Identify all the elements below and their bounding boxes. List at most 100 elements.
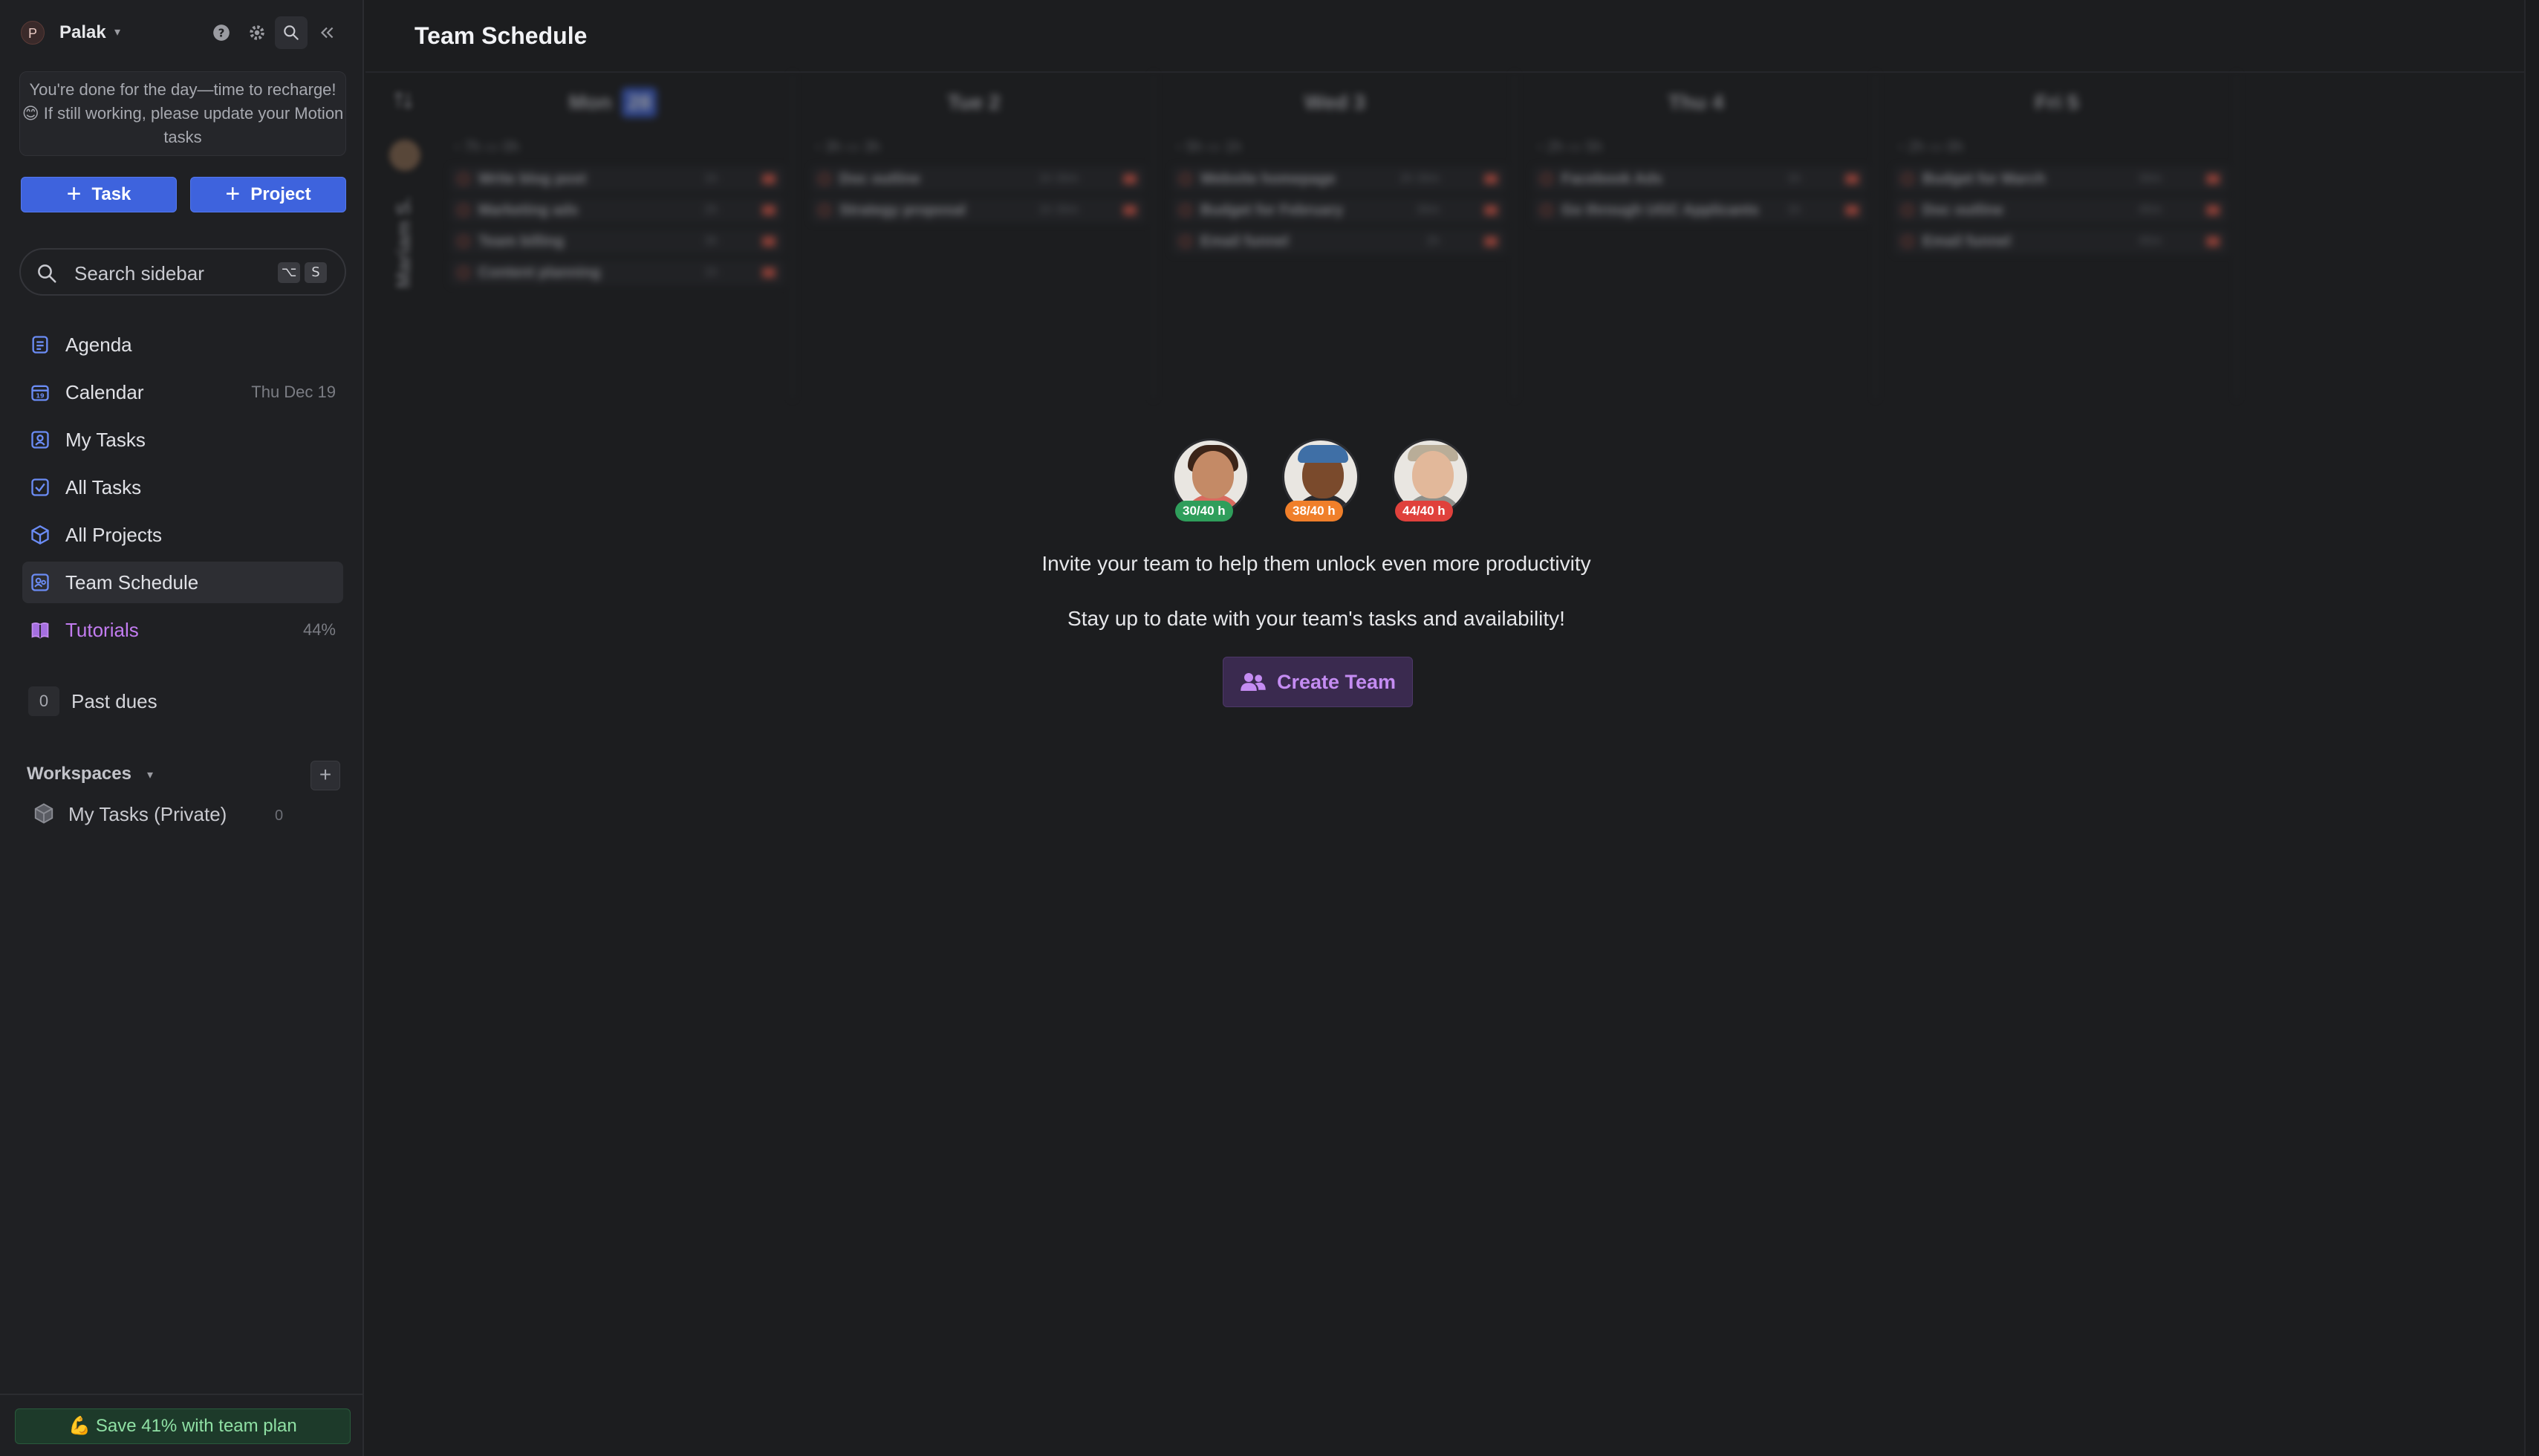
window-edge	[2524, 0, 2539, 1456]
svg-text:?: ?	[218, 26, 225, 39]
workspace-avatar[interactable]: P	[21, 21, 45, 45]
task-duration: 30m	[2138, 172, 2162, 185]
task-name: Email funnel	[1922, 233, 2011, 250]
day-column: Mon 28 ▫ 7h ▭ 0h Write blog post 1h Marketin…	[432, 73, 793, 400]
past-dues-count: 0	[28, 686, 59, 716]
task-row: Email funnel 45m	[1894, 229, 2228, 254]
day-column: Thu 4 ▫ 2h ▭ 5h Facebook Ads 1h Go through U…	[1515, 73, 1876, 400]
calendar-icon: 19	[31, 385, 49, 401]
day-capacity: ▫ 7h ▭ 0h	[455, 139, 520, 155]
status-circle-icon	[1180, 204, 1192, 216]
sidebar-item-my-tasks[interactable]: My Tasks	[22, 419, 343, 461]
search-icon	[38, 264, 56, 283]
task-row: Write blog post 1h	[450, 166, 784, 192]
task-name: Marketing ads	[478, 202, 579, 218]
task-row: Doc outline 45m	[1894, 198, 2228, 223]
priority-flag-icon	[1845, 205, 1859, 215]
collapse-sidebar-icon[interactable]	[311, 16, 343, 49]
shortcut-option-key: ⌥	[278, 262, 300, 283]
status-circle-icon	[819, 204, 830, 216]
task-row: Facebook Ads 1h	[1533, 166, 1867, 192]
sidebar-item-calendar[interactable]: 19 Calendar Thu Dec 19	[22, 371, 343, 413]
search-input[interactable]: Search sidebar ⌥ S	[19, 248, 346, 296]
capacity-badge: 30/40 h	[1175, 501, 1233, 521]
status-circle-icon	[1541, 173, 1553, 185]
day-header: Wed 3	[1304, 91, 1365, 114]
search-icon[interactable]	[275, 16, 308, 49]
plus-icon: +	[225, 179, 241, 208]
task-row: Budget for February 30m	[1172, 198, 1506, 223]
day-capacity: ▫ 2h ▭ 5h	[1538, 139, 1603, 155]
team-avatar-3: 44/40 h	[1389, 438, 1472, 527]
task-row: Marketing ads 2h	[450, 198, 784, 223]
status-circle-icon	[819, 173, 830, 185]
priority-flag-icon	[1484, 205, 1498, 215]
empty-state-title: Invite your team to help them unlock eve…	[1041, 552, 1591, 575]
task-duration: 1h 30m	[1038, 172, 1079, 185]
checkbox-icon	[31, 478, 49, 496]
priority-flag-icon	[1484, 236, 1498, 247]
task-duration: 2h	[704, 204, 718, 216]
day-header: Thu 4	[1668, 91, 1724, 114]
add-workspace-button[interactable]: +	[311, 761, 340, 790]
page-title: Team Schedule	[415, 22, 588, 49]
task-duration: 1h	[704, 266, 718, 279]
task-duration: 45m	[2138, 235, 2162, 247]
day-header: Fri 5	[2035, 91, 2079, 114]
task-name: Doc outline	[1922, 202, 2003, 218]
task-row: Budget for March 30m	[1894, 166, 2228, 192]
workspace-name[interactable]: Palak	[59, 21, 106, 45]
team-avatar-1: 30/40 h	[1169, 438, 1252, 527]
add-task-button[interactable]: + Task	[21, 177, 177, 212]
priority-flag-icon	[2206, 174, 2220, 184]
capacity-badge: 38/40 h	[1285, 501, 1343, 521]
create-team-button[interactable]: Create Team	[1223, 657, 1413, 707]
sidebar: P Palak ▾ ? You're done for the day—time…	[0, 0, 364, 1456]
status-circle-icon	[1180, 173, 1192, 185]
status-circle-icon	[1902, 235, 1914, 247]
status-circle-icon	[458, 173, 469, 185]
sidebar-item-tutorials[interactable]: Tutorials 44%	[22, 609, 343, 651]
add-project-label: Project	[250, 184, 311, 204]
task-row: Go through UGC Applicants 1h	[1533, 198, 1867, 223]
save-team-plan-banner[interactable]: 💪 Save 41% with team plan	[15, 1408, 351, 1444]
sidebar-item-label: Tutorials	[65, 619, 139, 641]
add-project-button[interactable]: + Project	[190, 177, 346, 212]
chevron-down-icon[interactable]: ▾	[114, 21, 120, 45]
status-circle-icon	[1180, 235, 1192, 247]
cube-icon	[31, 524, 49, 545]
priority-flag-icon	[1845, 174, 1859, 184]
task-row: Strategy proposal 1h 30m	[811, 198, 1145, 223]
main-content: Team Schedule Mariam S. Mon 28 ▫ 7h ▭ 0h W…	[365, 0, 2524, 1456]
help-icon[interactable]: ?	[205, 16, 238, 49]
task-name: Facebook Ads	[1561, 171, 1662, 187]
sidebar-item-label: All Tasks	[65, 476, 142, 498]
sidebar-item-all-tasks[interactable]: All Tasks	[22, 467, 343, 508]
task-duration: 3h	[704, 235, 718, 247]
task-name: Go through UGC Applicants	[1561, 202, 1759, 218]
status-circle-icon	[1902, 173, 1914, 185]
workspace-item-label: My Tasks (Private)	[68, 803, 227, 825]
team-avatar-2: 38/40 h	[1279, 438, 1362, 527]
workspace-item-count: 0	[275, 807, 284, 824]
sidebar-item-agenda[interactable]: Agenda	[22, 324, 343, 365]
gear-icon[interactable]	[241, 16, 273, 49]
status-circle-icon	[458, 267, 469, 279]
task-name: Email funnel	[1200, 233, 1289, 250]
day-header: Mon 28	[432, 88, 793, 117]
task-name: Strategy proposal	[839, 202, 966, 218]
user-tasks-icon	[31, 431, 49, 449]
priority-flag-icon	[762, 174, 776, 184]
sidebar-item-label: Team Schedule	[65, 571, 199, 594]
task-duration: 30m	[1416, 204, 1440, 216]
app-window: P Palak ▾ ? You're done for the day—time…	[0, 0, 2539, 1456]
chevron-down-icon[interactable]: ▾	[147, 764, 153, 787]
sidebar-item-label: Calendar	[65, 381, 144, 403]
task-name: Doc outline	[839, 171, 920, 187]
sidebar-item-all-projects[interactable]: All Projects	[22, 514, 343, 556]
task-row: Team billing 3h	[450, 229, 784, 254]
shortcut-s-key: S	[305, 262, 327, 283]
sidebar-item-team-schedule[interactable]: Team Schedule	[22, 562, 343, 603]
workspaces-header[interactable]: Workspaces	[27, 762, 131, 786]
task-name: Budget for February	[1200, 202, 1344, 218]
